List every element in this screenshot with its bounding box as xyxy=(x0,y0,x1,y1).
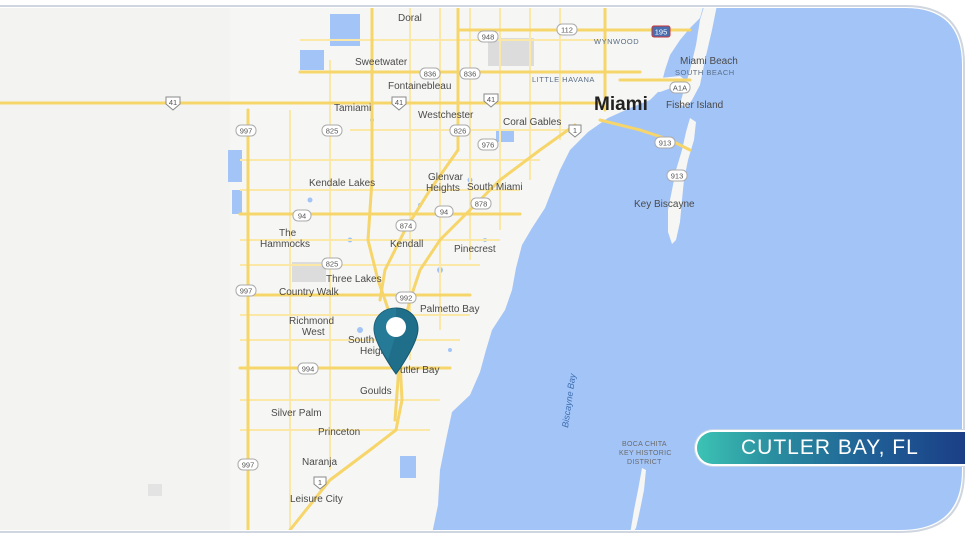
svg-text:997: 997 xyxy=(242,461,255,470)
svg-text:836: 836 xyxy=(424,70,437,79)
label-doral: Doral xyxy=(398,13,422,24)
label-richmond-1: Richmond xyxy=(289,316,334,327)
shield-195: 195 xyxy=(651,25,671,38)
label-pinecrest: Pinecrest xyxy=(454,244,496,255)
label-fisher-island: Fisher Island xyxy=(666,100,723,111)
map-pin-icon[interactable] xyxy=(371,306,421,378)
label-the-hammocks-2: Hammocks xyxy=(260,239,310,250)
label-wynwood: WYNWOOD xyxy=(594,37,639,46)
svg-text:976: 976 xyxy=(482,141,495,150)
svg-text:1: 1 xyxy=(318,478,322,487)
svg-text:41: 41 xyxy=(169,98,177,107)
shield-976: 976 xyxy=(477,138,499,151)
svg-text:94: 94 xyxy=(440,208,448,217)
shield-836b: 836 xyxy=(459,67,481,80)
shield-992: 992 xyxy=(395,291,417,304)
svg-text:913: 913 xyxy=(671,172,684,181)
label-boca-chita-1: BOCA CHITA xyxy=(622,441,667,448)
everglades-area xyxy=(0,8,230,530)
svg-text:994: 994 xyxy=(302,365,315,374)
label-silver-palm: Silver Palm xyxy=(271,408,322,419)
svg-text:1: 1 xyxy=(573,126,577,135)
svg-text:825: 825 xyxy=(326,260,339,269)
label-miami: Miami xyxy=(594,94,648,115)
shield-997b: 997 xyxy=(235,284,257,297)
label-miami-beach: Miami Beach xyxy=(680,56,738,67)
svg-text:195: 195 xyxy=(655,28,668,37)
label-south-beach: SOUTH BEACH xyxy=(675,68,735,77)
svg-text:836: 836 xyxy=(464,70,477,79)
svg-text:992: 992 xyxy=(400,294,413,303)
svg-text:112: 112 xyxy=(561,26,573,35)
label-naranja: Naranja xyxy=(302,457,337,468)
shield-874: 874 xyxy=(395,219,417,232)
map-viewport[interactable]: 112 948 195 836 836 A1A 41 41 41 997 825… xyxy=(0,0,965,534)
shield-948: 948 xyxy=(477,30,499,43)
label-leisure-city: Leisure City xyxy=(290,494,343,505)
shield-997a: 997 xyxy=(235,124,257,137)
label-the-hammocks-1: The xyxy=(279,228,297,239)
svg-text:948: 948 xyxy=(482,33,495,42)
svg-text:997: 997 xyxy=(240,287,253,296)
airfield-area xyxy=(148,484,162,496)
shield-112: 112 xyxy=(556,23,578,36)
shield-a1a: A1A xyxy=(669,81,691,94)
svg-text:825: 825 xyxy=(326,127,339,136)
shield-825a: 825 xyxy=(321,124,343,137)
label-little-havana: LITTLE HAVANA xyxy=(532,75,595,84)
svg-text:41: 41 xyxy=(487,95,495,104)
label-coral-gables: Coral Gables xyxy=(503,117,561,128)
svg-text:94: 94 xyxy=(298,212,306,221)
svg-text:997: 997 xyxy=(240,127,253,136)
label-sweetwater: Sweetwater xyxy=(355,57,408,68)
label-glenvar-1: Glenvar xyxy=(428,172,464,183)
svg-text:913: 913 xyxy=(659,139,672,148)
label-key-biscayne: Key Biscayne xyxy=(634,199,695,210)
shield-913a: 913 xyxy=(654,136,676,149)
label-kendall: Kendall xyxy=(390,239,423,250)
shield-826: 826 xyxy=(449,124,471,137)
label-richmond-2: West xyxy=(302,327,325,338)
label-glenvar-2: Heights xyxy=(426,183,460,194)
label-boca-chita-2: KEY HISTORIC xyxy=(619,450,672,457)
shield-836: 836 xyxy=(419,67,441,80)
label-westchester: Westchester xyxy=(418,110,474,121)
label-princeton: Princeton xyxy=(318,427,360,438)
label-tamiami: Tamiami xyxy=(334,103,371,114)
svg-text:A1A: A1A xyxy=(673,84,687,93)
svg-text:41: 41 xyxy=(395,98,403,107)
svg-text:826: 826 xyxy=(454,127,467,136)
shield-94a: 94 xyxy=(292,209,312,222)
label-goulds: Goulds xyxy=(360,386,392,397)
shield-825b: 825 xyxy=(321,257,343,270)
svg-text:878: 878 xyxy=(475,200,488,209)
label-three-lakes: Three Lakes xyxy=(326,274,382,285)
shield-994: 994 xyxy=(297,362,319,375)
airport-area xyxy=(488,38,534,66)
label-country-walk: Country Walk xyxy=(279,287,340,298)
shield-94b: 94 xyxy=(434,205,454,218)
label-boca-chita-3: DISTRICT xyxy=(627,459,662,466)
label-south-miami: South Miami xyxy=(467,182,523,193)
shield-913b: 913 xyxy=(666,169,688,182)
shield-878: 878 xyxy=(470,197,492,210)
map-frame: 112 948 195 836 836 A1A 41 41 41 997 825… xyxy=(0,0,965,534)
location-banner: CUTLER BAY, FL xyxy=(697,432,965,464)
label-palmetto-bay: Palmetto Bay xyxy=(420,304,479,315)
location-banner-text: CUTLER BAY, FL xyxy=(741,436,919,459)
svg-text:874: 874 xyxy=(400,222,413,231)
label-fontainebleau: Fontainebleau xyxy=(388,81,451,92)
shield-997c: 997 xyxy=(237,458,259,471)
label-kendale-lakes: Kendale Lakes xyxy=(309,178,375,189)
